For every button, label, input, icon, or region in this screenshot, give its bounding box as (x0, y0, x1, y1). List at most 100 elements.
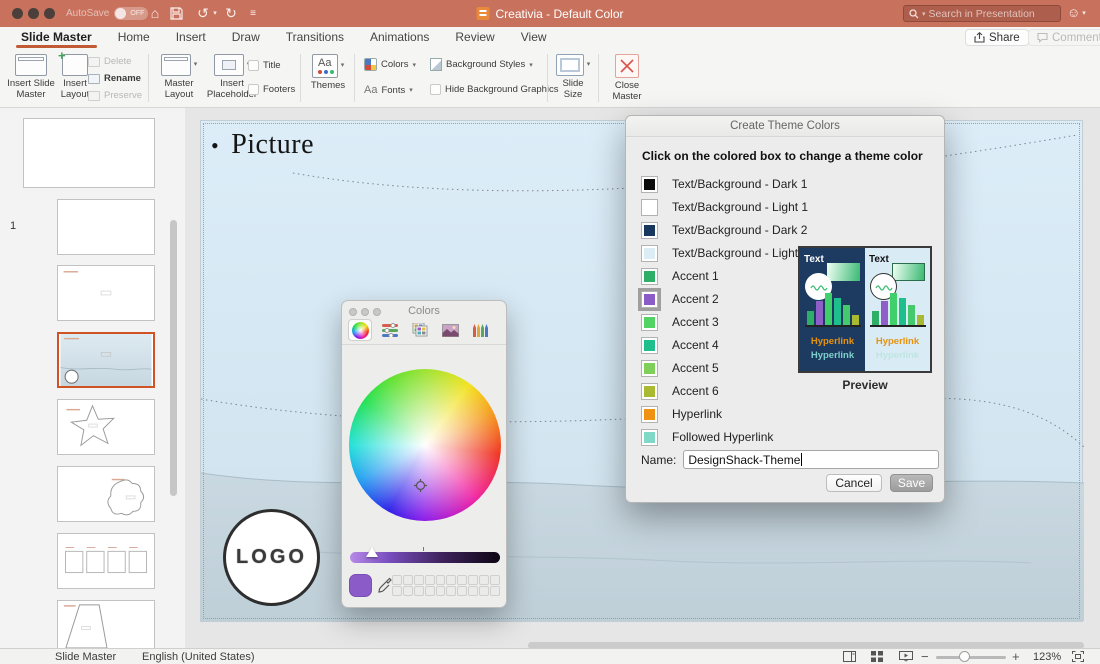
background-styles-button[interactable]: Background Styles ▾ (430, 58, 533, 71)
create-theme-colors-dialog[interactable]: Create Theme Colors Click on the colored… (625, 115, 945, 503)
cancel-button[interactable]: Cancel (826, 474, 882, 492)
slideshow-view-icon[interactable] (899, 651, 913, 662)
theme-color-swatch[interactable] (641, 337, 658, 354)
color-wheel[interactable] (349, 369, 501, 521)
normal-view-icon[interactable] (843, 651, 856, 662)
tab-slide-master[interactable]: Slide Master (8, 27, 105, 48)
color-wheel-tab[interactable] (348, 319, 372, 341)
chevron-down-icon: ▾ (587, 61, 591, 69)
themes-button[interactable]: Aa ▾ Themes (306, 54, 350, 92)
title-checkbox[interactable]: Title (248, 60, 281, 71)
statusbar-language[interactable]: English (United States) (142, 650, 255, 664)
zoom-slider[interactable] (936, 656, 1006, 659)
titlebar: AutoSave OFF ⌂ ↺ ▾ ↻ ≡ Creativia - Defau… (0, 0, 1100, 27)
tab-home[interactable]: Home (105, 27, 163, 48)
comments-button[interactable]: Comments (1028, 29, 1100, 46)
share-button[interactable]: Share (965, 29, 1029, 46)
theme-color-swatch[interactable] (641, 222, 658, 239)
thumbnail-layout-3-selected[interactable] (57, 332, 155, 388)
slide-size-button[interactable]: ▾ Slide Size (552, 54, 594, 101)
master-layout-button[interactable]: ▾ Master Layout (154, 54, 204, 101)
background-styles-icon (430, 58, 442, 71)
slide-size-icon (556, 54, 584, 76)
theme-color-swatch[interactable] (641, 406, 658, 423)
logo-shape[interactable]: LOGO (223, 509, 320, 606)
hide-background-graphics-checkbox[interactable]: Hide Background Graphics (430, 84, 559, 95)
window-minimize-icon[interactable] (28, 8, 39, 19)
pencils-tab[interactable] (468, 319, 492, 341)
theme-color-swatch[interactable] (641, 268, 658, 285)
theme-color-row: Accent 3 (641, 311, 719, 333)
app-icon (476, 7, 489, 20)
delete-button[interactable]: Delete (88, 56, 131, 67)
theme-color-row: Followed Hyperlink (641, 426, 773, 448)
title-checkbox-icon[interactable] (248, 60, 259, 71)
insert-slide-master-button[interactable]: Insert Slide Master (6, 54, 56, 101)
tab-view[interactable]: View (508, 27, 560, 48)
colors-menu-button[interactable]: Colors ▾ (364, 58, 416, 71)
zoom-out-icon[interactable]: − (921, 650, 929, 664)
color-palettes-tab[interactable] (408, 319, 432, 341)
thumbnail-layout-2[interactable] (57, 265, 155, 321)
search-scope-chevron-icon[interactable]: ▾ (922, 10, 926, 18)
eyedropper-icon[interactable] (378, 577, 392, 593)
rename-button[interactable]: Rename (88, 73, 141, 84)
tab-review[interactable]: Review (442, 27, 507, 48)
theme-color-swatch[interactable] (641, 245, 658, 262)
theme-color-swatch[interactable] (641, 314, 658, 331)
preserve-icon (88, 91, 100, 101)
thumbnail-master[interactable] (23, 118, 155, 188)
slide-sorter-view-icon[interactable] (871, 651, 883, 662)
theme-color-swatch[interactable] (641, 429, 658, 446)
slide-title-placeholder[interactable]: • Picture (211, 129, 314, 161)
thumbnail-layout-7[interactable] (57, 600, 155, 648)
sidebar-scrollbar[interactable] (170, 220, 177, 496)
brightness-slider-thumb[interactable] (366, 547, 378, 557)
chevron-down-icon: ▾ (1082, 9, 1086, 17)
footers-checkbox-icon[interactable] (248, 84, 259, 95)
undo-chevron-icon[interactable]: ▾ (210, 0, 220, 27)
preserve-button[interactable]: Preserve (88, 90, 142, 101)
preview-dark-panel: Text Hyperlink Hyperlink (800, 248, 865, 371)
tab-insert[interactable]: Insert (163, 27, 219, 48)
colors-picker-window[interactable]: Colors (341, 300, 507, 608)
thumbnail-layout-5[interactable] (57, 466, 155, 522)
colors-icon (364, 58, 377, 71)
close-master-button[interactable]: Close Master (604, 54, 650, 103)
save-button[interactable]: Save (890, 474, 933, 492)
theme-name-input[interactable]: DesignShack-Theme (683, 450, 939, 469)
thumbnail-layout-4[interactable] (57, 399, 155, 455)
thumbnail-layout-1[interactable] (57, 199, 155, 255)
current-color-swatch[interactable] (349, 574, 372, 597)
autosave-toggle[interactable]: AutoSave OFF (66, 6, 148, 21)
image-palettes-tab[interactable] (438, 319, 462, 341)
theme-color-swatch[interactable] (641, 176, 658, 193)
color-wheel-crosshair[interactable] (414, 479, 427, 492)
color-sliders-tab[interactable] (378, 319, 402, 341)
zoom-slider-knob[interactable] (959, 651, 970, 662)
search-input[interactable]: ▾ Search in Presentation (903, 5, 1061, 22)
window-zoom-icon[interactable] (44, 8, 55, 19)
fonts-menu-button[interactable]: Aa Fonts ▾ (364, 84, 413, 96)
redo-icon[interactable]: ↻ (222, 0, 240, 27)
footers-checkbox[interactable]: Footers (248, 84, 295, 95)
save-icon[interactable] (170, 7, 188, 20)
saved-swatches-grid[interactable] (392, 575, 500, 596)
window-close-icon[interactable] (12, 8, 23, 19)
tab-animations[interactable]: Animations (357, 27, 442, 48)
hide-background-graphics-checkbox-icon[interactable] (430, 84, 441, 95)
tab-draw[interactable]: Draw (219, 27, 273, 48)
theme-color-swatch[interactable] (641, 199, 658, 216)
theme-color-swatch[interactable] (641, 360, 658, 377)
zoom-in-icon[interactable]: + (1012, 650, 1020, 664)
toolbar-menu-icon[interactable]: ≡ (246, 0, 260, 27)
theme-color-swatch[interactable] (641, 383, 658, 400)
feedback-menu[interactable]: ☺ ▾ (1067, 5, 1086, 20)
theme-color-swatch-selected[interactable] (641, 291, 658, 308)
zoom-level[interactable]: 123% (1033, 650, 1061, 664)
autosave-switch[interactable]: OFF (114, 7, 148, 20)
fit-to-window-icon[interactable] (1072, 651, 1084, 662)
thumbnail-layout-6[interactable] (57, 533, 155, 589)
tab-transitions[interactable]: Transitions (273, 27, 357, 48)
home-icon[interactable]: ⌂ (146, 0, 164, 27)
